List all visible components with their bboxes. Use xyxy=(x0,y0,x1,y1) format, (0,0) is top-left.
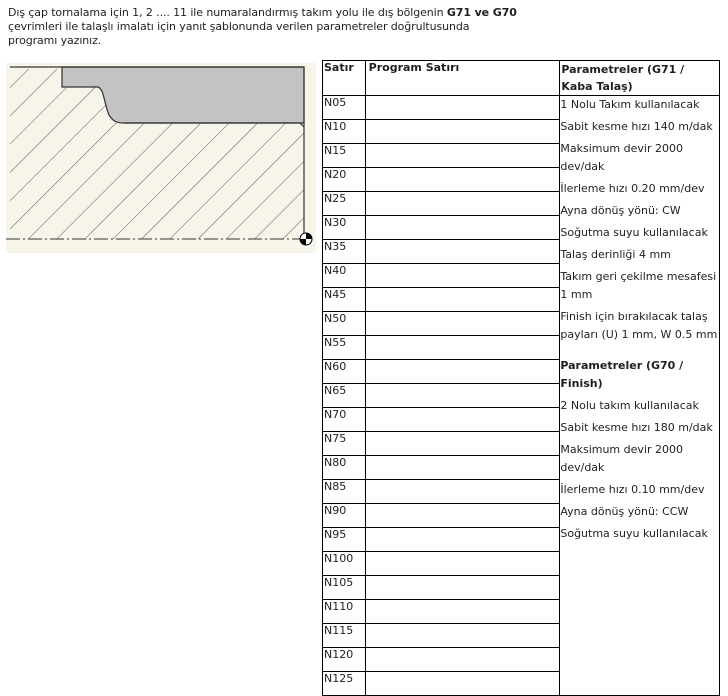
program-line-input[interactable] xyxy=(364,527,561,552)
column-header-satir: Satır xyxy=(322,60,366,96)
program-line-input[interactable] xyxy=(364,551,561,576)
question-text: Dış çap tornalama için 1, 2 .... 11 ile … xyxy=(8,6,528,48)
param-g70-3: Maksimum devir 2000 dev/dak xyxy=(560,443,683,474)
table-header-row: Satır Program Satırı Parametreler (G71 /… xyxy=(322,60,720,96)
origin-symbol-icon xyxy=(299,232,313,246)
program-line-input[interactable] xyxy=(364,647,561,672)
param-g71-3: Maksimum devir 2000 dev/dak xyxy=(560,142,683,173)
row-number: N110 xyxy=(322,599,366,624)
param-g71-6: Soğutma suyu kullanılacak xyxy=(560,226,708,240)
row-number: N50 xyxy=(322,311,366,336)
row-number: N15 xyxy=(322,143,366,168)
row-number: N10 xyxy=(322,119,366,144)
param-g71-1: 1 Nolu Takım kullanılacak xyxy=(560,98,700,111)
param-g71-8: Takım geri çekilme mesafesi 1 mm xyxy=(560,270,717,301)
column-header-program: Program Satırı xyxy=(364,60,561,96)
row-number: N55 xyxy=(322,335,366,360)
program-line-input[interactable] xyxy=(364,239,561,264)
row-number: N125 xyxy=(322,671,366,696)
param-g70-2: Sabit kesme hızı 180 m/dak xyxy=(560,420,713,434)
row-number: N60 xyxy=(322,359,366,384)
program-line-input[interactable] xyxy=(364,359,561,384)
table-row: N05 1 Nolu Takım kullanılacak Sabit kesm… xyxy=(322,95,720,696)
param-g71-5: Ayna dönüş yönü: CW xyxy=(560,203,681,217)
row-number: N80 xyxy=(322,455,366,480)
row-number: N25 xyxy=(322,191,366,216)
program-line-input[interactable] xyxy=(364,599,561,624)
row-number: N90 xyxy=(322,503,366,528)
param-g71-4: İlerleme hızı 0.20 mm/dev xyxy=(560,181,705,195)
program-line-input[interactable] xyxy=(364,119,561,144)
row-number: N100 xyxy=(322,551,366,576)
program-line-input[interactable] xyxy=(364,143,561,168)
program-line-input[interactable] xyxy=(364,335,561,360)
program-line-input[interactable] xyxy=(364,623,561,648)
row-number: N85 xyxy=(322,479,366,504)
row-number: N120 xyxy=(322,647,366,672)
program-line-input[interactable] xyxy=(364,671,561,696)
question-cycles-bold: G71 ve G70 xyxy=(446,6,517,19)
program-line-input[interactable] xyxy=(364,287,561,312)
program-line-input[interactable] xyxy=(364,503,561,528)
row-number: N35 xyxy=(322,239,366,264)
parameters-cell: 1 Nolu Takım kullanılacak Sabit kesme hı… xyxy=(559,95,720,696)
row-number: N75 xyxy=(322,431,366,456)
param-g70-5: Ayna dönüş yönü: CCW xyxy=(560,504,689,518)
program-line-input[interactable] xyxy=(364,263,561,288)
question-line-1: Dış çap tornalama için 1, 2 .... 11 ile … xyxy=(8,6,528,20)
row-number: N65 xyxy=(322,383,366,408)
params-g70-title: Parametreler (G70 / Finish) xyxy=(560,359,684,390)
param-g71-9: Finish için bırakılacak talaş payları (U… xyxy=(560,309,718,341)
column-header-params: Parametreler (G71 / Kaba Talaş) xyxy=(559,60,720,96)
program-line-input[interactable] xyxy=(364,95,561,120)
param-g71-7: Talaş derinliği 4 mm xyxy=(560,248,671,262)
program-line-input[interactable] xyxy=(364,455,561,480)
question-line-2: çevrimleri ile talaşlı imalatı için yanı… xyxy=(8,20,470,33)
row-number: N105 xyxy=(322,575,366,600)
row-number: N70 xyxy=(322,407,366,432)
row-number: N40 xyxy=(322,263,366,288)
param-g71-2: Sabit kesme hızı 140 m/dak xyxy=(560,120,713,134)
program-line-input[interactable] xyxy=(364,311,561,336)
program-line-input[interactable] xyxy=(364,479,561,504)
program-line-input[interactable] xyxy=(364,575,561,600)
program-line-input[interactable] xyxy=(364,407,561,432)
program-line-input[interactable] xyxy=(364,383,561,408)
program-line-input[interactable] xyxy=(364,431,561,456)
param-g70-6: Soğutma suyu kullanılacak xyxy=(560,526,708,540)
row-number: N20 xyxy=(322,167,366,192)
row-number: N95 xyxy=(322,527,366,552)
program-line-input[interactable] xyxy=(364,191,561,216)
row-number: N45 xyxy=(322,287,366,312)
param-g70-1: 2 Nolu takım kullanılacak xyxy=(560,398,699,412)
program-table: Satır Program Satırı Parametreler (G71 /… xyxy=(322,60,720,696)
row-number: N30 xyxy=(322,215,366,240)
program-line-input[interactable] xyxy=(364,167,561,192)
program-line-input[interactable] xyxy=(364,215,561,240)
part-drawing xyxy=(6,63,316,253)
row-number: N05 xyxy=(322,95,366,120)
question-line-3: programı yazınız. xyxy=(8,34,102,47)
row-number: N115 xyxy=(322,623,366,648)
question-line-1-text: Dış çap tornalama için 1, 2 .... 11 ile … xyxy=(8,6,447,19)
param-g70-4: İlerleme hızı 0.10 mm/dev xyxy=(560,482,705,496)
